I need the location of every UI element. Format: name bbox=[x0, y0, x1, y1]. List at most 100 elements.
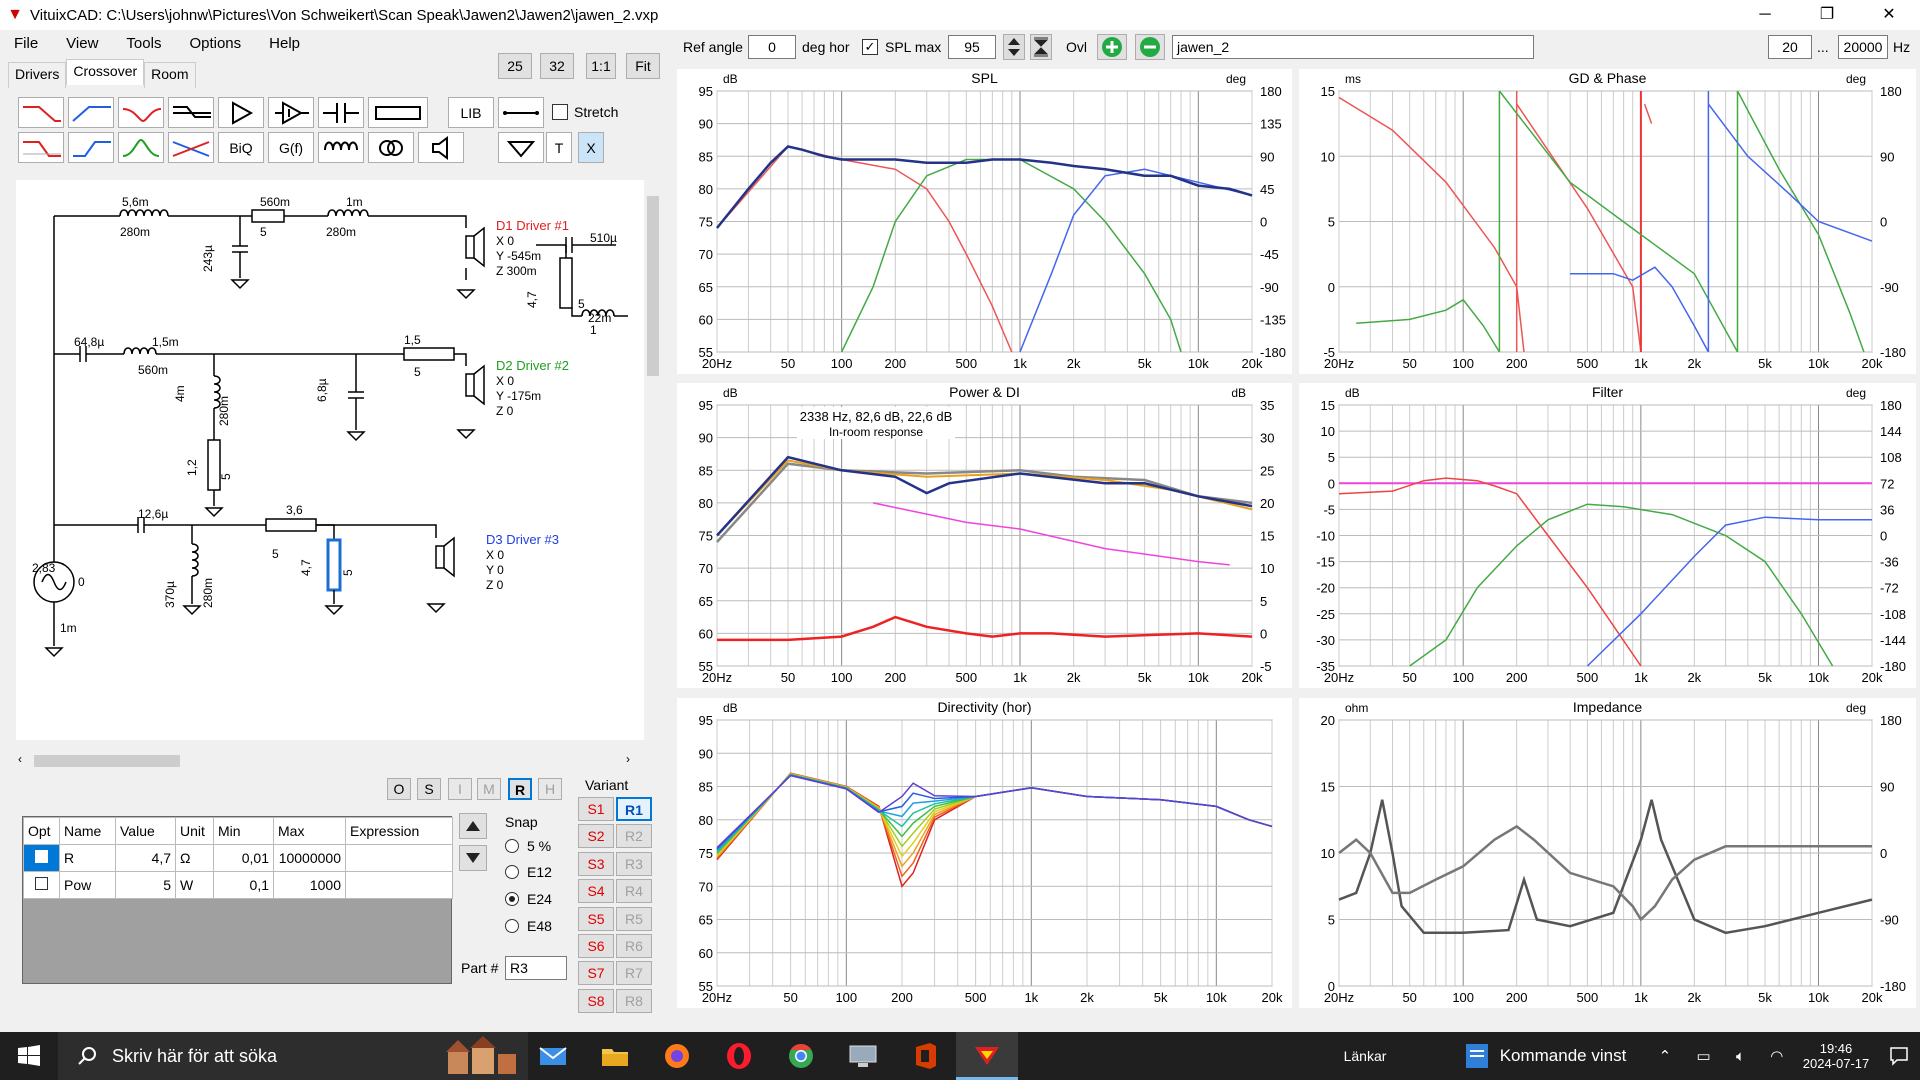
variant-button-r2[interactable]: R2 bbox=[616, 824, 652, 849]
variant-button-r6[interactable]: R6 bbox=[616, 934, 652, 958]
variant-button-s3[interactable]: S3 bbox=[578, 851, 614, 876]
increase-button[interactable] bbox=[459, 813, 487, 839]
taskbar-chrome[interactable] bbox=[770, 1032, 832, 1080]
variant-button-s4[interactable]: S4 bbox=[578, 879, 614, 904]
start-button[interactable] bbox=[0, 1032, 58, 1080]
ref-angle-input[interactable]: 0 bbox=[748, 35, 796, 59]
spl-fit-button[interactable] bbox=[1030, 34, 1052, 60]
menu-options[interactable]: Options bbox=[175, 35, 255, 52]
menu-help[interactable]: Help bbox=[255, 35, 314, 52]
cell-value[interactable]: 5 bbox=[115, 871, 176, 899]
clock[interactable]: 19:46 2024-07-17 bbox=[1796, 1032, 1876, 1080]
hscroll-thumb[interactable] bbox=[34, 755, 180, 767]
snap-radio-e48[interactable]: E48 bbox=[505, 918, 552, 934]
variant-button-s7[interactable]: S7 bbox=[578, 961, 614, 986]
freq-high-input[interactable]: 20000 bbox=[1838, 35, 1888, 59]
state-button-m[interactable]: M bbox=[477, 778, 501, 800]
highpass-alt-button[interactable] bbox=[68, 132, 114, 163]
radio-circle[interactable] bbox=[505, 919, 519, 933]
biquad-button[interactable]: BiQ bbox=[218, 132, 264, 163]
variant-button-r8[interactable]: R8 bbox=[616, 988, 652, 1013]
allpass-button[interactable] bbox=[168, 132, 214, 163]
schematic-vscroll[interactable] bbox=[644, 180, 662, 740]
delete-button[interactable]: X bbox=[578, 132, 604, 163]
taskbar-opera[interactable] bbox=[708, 1032, 770, 1080]
opt-checkbox-box[interactable] bbox=[35, 877, 48, 890]
opt-checkbox-box[interactable] bbox=[35, 850, 48, 863]
battery-icon[interactable]: ▭ bbox=[1697, 1047, 1711, 1065]
spl-spin-button[interactable] bbox=[1003, 34, 1025, 60]
taskbar-search-box[interactable]: Skriv här för att söka bbox=[58, 1032, 528, 1080]
opt-checkbox[interactable] bbox=[23, 844, 60, 872]
cell-value[interactable]: 4,7 bbox=[115, 844, 176, 872]
spl-max-checkbox[interactable]: ✓ bbox=[862, 39, 878, 55]
zoom-fit-button[interactable]: Fit bbox=[626, 53, 660, 79]
table-row[interactable]: Pow 5 W 0,1 1000 bbox=[23, 871, 453, 899]
capacitor-button[interactable] bbox=[318, 97, 364, 128]
cell-name[interactable]: Pow bbox=[59, 871, 116, 899]
gain-function-button[interactable]: G(f) bbox=[268, 132, 314, 163]
cell-unit[interactable]: Ω bbox=[175, 844, 214, 872]
notch-filter-button[interactable] bbox=[118, 97, 164, 128]
variant-button-s1[interactable]: S1 bbox=[578, 797, 614, 821]
tab-drivers[interactable]: Drivers bbox=[8, 62, 67, 88]
variant-button-r4[interactable]: R4 bbox=[616, 879, 652, 904]
shelf-filter-button[interactable] bbox=[168, 97, 214, 128]
ground-button[interactable] bbox=[498, 132, 544, 163]
radio-circle[interactable] bbox=[505, 865, 519, 879]
variant-button-r7[interactable]: R7 bbox=[616, 961, 652, 986]
state-button-h[interactable]: H bbox=[538, 778, 562, 800]
wire-button[interactable] bbox=[498, 97, 544, 128]
zoom-1-1-button[interactable]: 1:1 bbox=[586, 53, 616, 79]
schematic-canvas[interactable]: 5,6m 280m 560m 5 1m 280m 243µ 510µ 4,7 5 22m 1 64,8µ… bbox=[16, 180, 644, 740]
variant-button-s8[interactable]: S8 bbox=[578, 988, 614, 1013]
power-di-chart[interactable]: Power & DI dB dB 95 90 85 80 75 70 65 60 55 35 30 25 20… bbox=[677, 383, 1292, 688]
schematic-hscroll[interactable] bbox=[16, 752, 644, 770]
scroll-left-arrow-icon[interactable]: ‹ bbox=[18, 752, 22, 766]
system-tray[interactable]: ⌃ ▭ 🔈︎ ◠ bbox=[1646, 1032, 1796, 1080]
inductor-button[interactable] bbox=[318, 132, 364, 163]
volume-icon[interactable]: 🔈︎ bbox=[1736, 1048, 1745, 1065]
menu-view[interactable]: View bbox=[52, 35, 112, 52]
variant-button-r5[interactable]: R5 bbox=[616, 906, 652, 931]
stretch-checkbox-box[interactable] bbox=[552, 104, 568, 120]
transformer-button[interactable] bbox=[368, 132, 414, 163]
library-button[interactable]: LIB bbox=[448, 97, 494, 128]
part-input[interactable]: R3 bbox=[505, 956, 567, 980]
zoom-32-button[interactable]: 32 bbox=[540, 53, 574, 79]
cell-max[interactable]: 1000 bbox=[273, 871, 346, 899]
taskbar-remote-desktop[interactable] bbox=[832, 1032, 894, 1080]
variant-button-r1[interactable]: R1 bbox=[616, 797, 652, 821]
cell-unit[interactable]: W bbox=[175, 871, 214, 899]
maximize-button[interactable]: ❐ bbox=[1796, 0, 1858, 30]
snap-radio-e24[interactable]: E24 bbox=[505, 891, 552, 907]
vscroll-thumb[interactable] bbox=[647, 196, 659, 376]
cell-min[interactable]: 0,01 bbox=[213, 844, 274, 872]
cell-expression[interactable] bbox=[345, 871, 453, 899]
gd-phase-chart[interactable]: GD & Phase ms deg 15 10 5 0 -5 180 90 0 -90 -180 20Hz… bbox=[1299, 69, 1916, 374]
close-button[interactable]: ✕ bbox=[1858, 0, 1920, 30]
resistor-button[interactable] bbox=[368, 97, 428, 128]
state-button-o[interactable]: O bbox=[387, 778, 411, 800]
spl-chart[interactable]: SPL dB deg 95 90 85 80 75 70 65 60 55 180 135 90 45 0 -45… bbox=[677, 69, 1292, 374]
chevron-up-icon[interactable]: ⌃ bbox=[1659, 1047, 1672, 1065]
freq-low-input[interactable]: 20 bbox=[1768, 35, 1812, 59]
filter-chart[interactable]: Filter dB deg 15 10 5 0 -5 -10 -15 -20 -25 -30 -35 180… bbox=[1299, 383, 1916, 688]
opt-checkbox[interactable] bbox=[23, 871, 60, 899]
tab-room[interactable]: Room bbox=[144, 62, 196, 88]
state-button-r[interactable]: R bbox=[508, 778, 532, 800]
highpass-filter-button[interactable] bbox=[68, 97, 114, 128]
taskbar-mail[interactable] bbox=[522, 1032, 584, 1080]
table-row[interactable]: R 4,7 Ω 0,01 10000000 bbox=[23, 844, 453, 872]
taskbar-office[interactable] bbox=[894, 1032, 956, 1080]
scroll-right-arrow-icon[interactable]: › bbox=[626, 752, 630, 766]
variant-button-s6[interactable]: S6 bbox=[578, 934, 614, 958]
spl-max-input[interactable]: 95 bbox=[948, 35, 996, 59]
text-button[interactable]: T bbox=[546, 132, 572, 163]
minimize-button[interactable]: ─ bbox=[1734, 0, 1796, 30]
decrease-button[interactable] bbox=[459, 845, 487, 871]
taskbar-firefox[interactable] bbox=[646, 1032, 708, 1080]
directivity-chart[interactable]: Directivity (hor) dB 95 90 85 80 75 70 65 60 55 20H… bbox=[677, 698, 1292, 1008]
impedance-chart[interactable]: Impedance ohm deg 20 15 10 5 0 180 90 0 -90 -180 20Hz… bbox=[1299, 698, 1916, 1008]
snap-radio-5pct[interactable]: 5 % bbox=[505, 838, 551, 854]
